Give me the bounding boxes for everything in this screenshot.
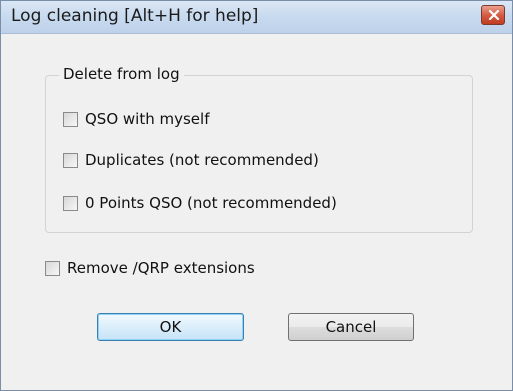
- remove-qrp-extensions-option[interactable]: Remove /QRP extensions: [45, 258, 255, 278]
- group-legend: Delete from log: [59, 65, 184, 83]
- ok-button[interactable]: OK: [97, 313, 244, 341]
- qso-with-myself-label[interactable]: QSO with myself: [85, 110, 209, 128]
- cancel-button[interactable]: Cancel: [288, 313, 414, 341]
- close-icon: [488, 10, 500, 20]
- qso-with-myself-checkbox[interactable]: [63, 111, 78, 127]
- zero-points-qso-option[interactable]: 0 Points QSO (not recommended): [63, 193, 337, 213]
- zero-points-qso-checkbox[interactable]: [63, 195, 78, 211]
- dialog-title: Log cleaning [Alt+H for help]: [11, 6, 259, 26]
- duplicates-label[interactable]: Duplicates (not recommended): [85, 151, 319, 169]
- qso-with-myself-option[interactable]: QSO with myself: [63, 109, 209, 129]
- remove-qrp-extensions-label[interactable]: Remove /QRP extensions: [67, 259, 255, 277]
- log-cleaning-dialog: Log cleaning [Alt+H for help] Delete fro…: [0, 0, 513, 391]
- close-button[interactable]: [481, 5, 505, 25]
- duplicates-option[interactable]: Duplicates (not recommended): [63, 150, 319, 170]
- remove-qrp-extensions-checkbox[interactable]: [45, 260, 60, 276]
- title-bar[interactable]: Log cleaning [Alt+H for help]: [1, 1, 512, 34]
- zero-points-qso-label[interactable]: 0 Points QSO (not recommended): [85, 194, 337, 212]
- duplicates-checkbox[interactable]: [63, 152, 78, 168]
